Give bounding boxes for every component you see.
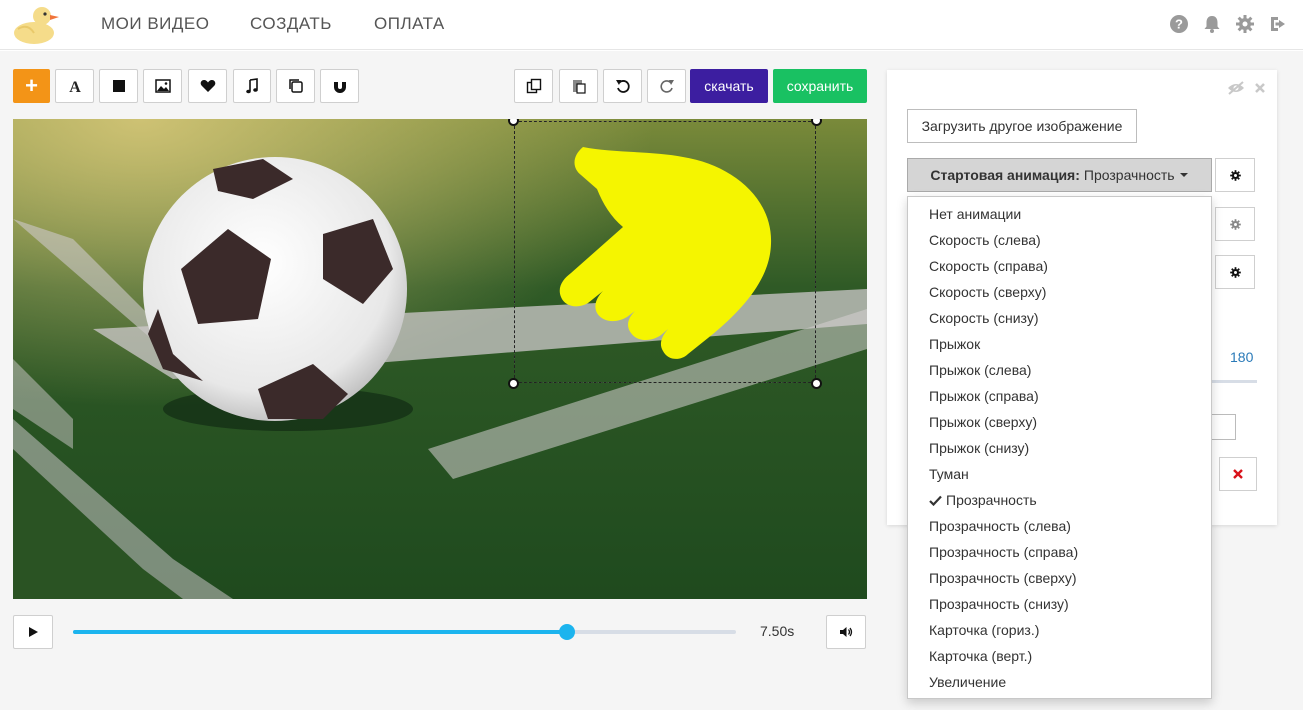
dropdown-item[interactable]: Прыжок xyxy=(929,336,980,352)
upload-image-button[interactable]: Загрузить другое изображение xyxy=(907,109,1137,143)
selection-box[interactable] xyxy=(508,119,822,389)
music-note-icon xyxy=(246,78,258,94)
dropdown-item[interactable]: Прыжок (снизу) xyxy=(929,440,1029,456)
timeline-slider[interactable] xyxy=(73,624,736,640)
clone-icon xyxy=(526,78,541,94)
dropdown-item[interactable]: Прозрачность (слева) xyxy=(929,518,1071,534)
gear-icon[interactable] xyxy=(1234,13,1256,35)
timeline-progress xyxy=(73,630,567,634)
dropdown-item[interactable]: Увеличение xyxy=(929,674,1006,690)
dropdown-item[interactable]: Туман xyxy=(929,466,969,482)
help-icon[interactable]: ? xyxy=(1168,13,1190,35)
dropdown-item[interactable]: Прыжок (сверху) xyxy=(929,414,1037,430)
text-icon: A xyxy=(69,79,81,94)
paste-button[interactable] xyxy=(559,69,598,103)
dropdown-item[interactable]: Скорость (сверху) xyxy=(929,284,1046,300)
dropdown-item-label: Прозрачность xyxy=(946,492,1037,508)
dropdown-item[interactable]: Прозрачность (снизу) xyxy=(929,596,1069,612)
text-tool-button[interactable]: A xyxy=(55,69,94,103)
volume-icon xyxy=(840,627,853,637)
copy-button[interactable] xyxy=(514,69,553,103)
nav-create[interactable]: СОЗДАТЬ xyxy=(250,14,332,34)
gear-icon xyxy=(1229,218,1241,230)
audio-tool-button[interactable] xyxy=(233,69,271,103)
svg-text:?: ? xyxy=(1175,17,1183,32)
delete-button[interactable] xyxy=(1219,457,1257,491)
dropdown-item-selected[interactable]: Прозрачность xyxy=(929,492,1037,508)
third-settings-button[interactable] xyxy=(1215,255,1255,289)
video-canvas[interactable] xyxy=(13,119,867,599)
image-icon xyxy=(154,79,171,93)
add-button[interactable]: + xyxy=(13,69,50,103)
svg-text:A: A xyxy=(69,79,81,94)
value-readout: 180 xyxy=(1230,349,1254,365)
nav-my-videos[interactable]: МОИ ВИДЕО xyxy=(101,14,209,34)
magnet-icon xyxy=(333,80,346,93)
redo-button[interactable] xyxy=(647,69,686,103)
animation-settings-button[interactable] xyxy=(1215,158,1255,192)
dropdown-item[interactable]: Прыжок (слева) xyxy=(929,362,1031,378)
time-display: 7.50s xyxy=(760,623,795,639)
resize-handle-top-left[interactable] xyxy=(508,119,519,126)
download-button[interactable]: скачать xyxy=(690,69,768,103)
undo-icon xyxy=(615,80,630,93)
gear-icon xyxy=(1229,266,1241,278)
dropdown-item[interactable]: Карточка (верт.) xyxy=(929,648,1032,664)
volume-button[interactable] xyxy=(826,615,866,649)
start-animation-label: Стартовая анимация: xyxy=(930,167,1080,183)
second-settings-button[interactable] xyxy=(1215,207,1255,241)
start-animation-value: Прозрачность xyxy=(1083,167,1175,183)
dropdown-item[interactable]: Скорость (справа) xyxy=(929,258,1048,274)
undo-button[interactable] xyxy=(603,69,642,103)
logout-icon[interactable] xyxy=(1268,13,1290,35)
play-button[interactable] xyxy=(13,615,53,649)
sticker-tool-button[interactable] xyxy=(188,69,227,103)
animation-dropdown-menu: Нет анимации Скорость (слева) Скорость (… xyxy=(907,196,1212,699)
check-icon xyxy=(929,495,942,507)
gear-icon xyxy=(1229,169,1241,181)
timeline-thumb[interactable] xyxy=(558,624,575,640)
shape-tool-button[interactable] xyxy=(99,69,138,103)
paste-icon xyxy=(572,80,586,94)
bell-icon[interactable] xyxy=(1201,13,1223,35)
duck-logo[interactable] xyxy=(12,3,60,45)
close-icon[interactable] xyxy=(1254,82,1266,94)
image-tool-button[interactable] xyxy=(143,69,182,103)
resize-handle-bottom-right[interactable] xyxy=(811,378,822,389)
dropdown-item[interactable]: Прыжок (справа) xyxy=(929,388,1039,404)
copy-icon xyxy=(288,79,303,93)
dropdown-item[interactable]: Прозрачность (справа) xyxy=(929,544,1078,560)
play-icon xyxy=(29,627,38,637)
square-icon xyxy=(112,80,125,92)
heart-icon xyxy=(200,79,215,92)
panel-slider[interactable] xyxy=(1210,380,1257,383)
hide-eye-icon[interactable] xyxy=(1227,81,1245,95)
panel-input[interactable] xyxy=(1210,414,1236,440)
start-animation-select[interactable]: Стартовая анимация: Прозрачность xyxy=(907,158,1212,192)
redo-icon xyxy=(659,80,674,93)
dropdown-item[interactable]: Скорость (слева) xyxy=(929,232,1041,248)
dropdown-item[interactable]: Прозрачность (сверху) xyxy=(929,570,1077,586)
magnet-tool-button[interactable] xyxy=(320,69,359,103)
nav-payment[interactable]: ОПЛАТА xyxy=(374,14,445,34)
dropdown-item[interactable]: Скорость (снизу) xyxy=(929,310,1038,326)
top-navbar: МОИ ВИДЕО СОЗДАТЬ ОПЛАТА ? xyxy=(0,0,1303,50)
duplicate-tool-button[interactable] xyxy=(276,69,315,103)
resize-handle-bottom-left[interactable] xyxy=(508,378,519,389)
caret-down-icon xyxy=(1179,173,1188,177)
dropdown-item[interactable]: Карточка (гориз.) xyxy=(929,622,1039,638)
delete-x-icon xyxy=(1233,469,1243,479)
save-button[interactable]: сохранить xyxy=(773,69,867,103)
dropdown-item[interactable]: Нет анимации xyxy=(929,206,1021,222)
